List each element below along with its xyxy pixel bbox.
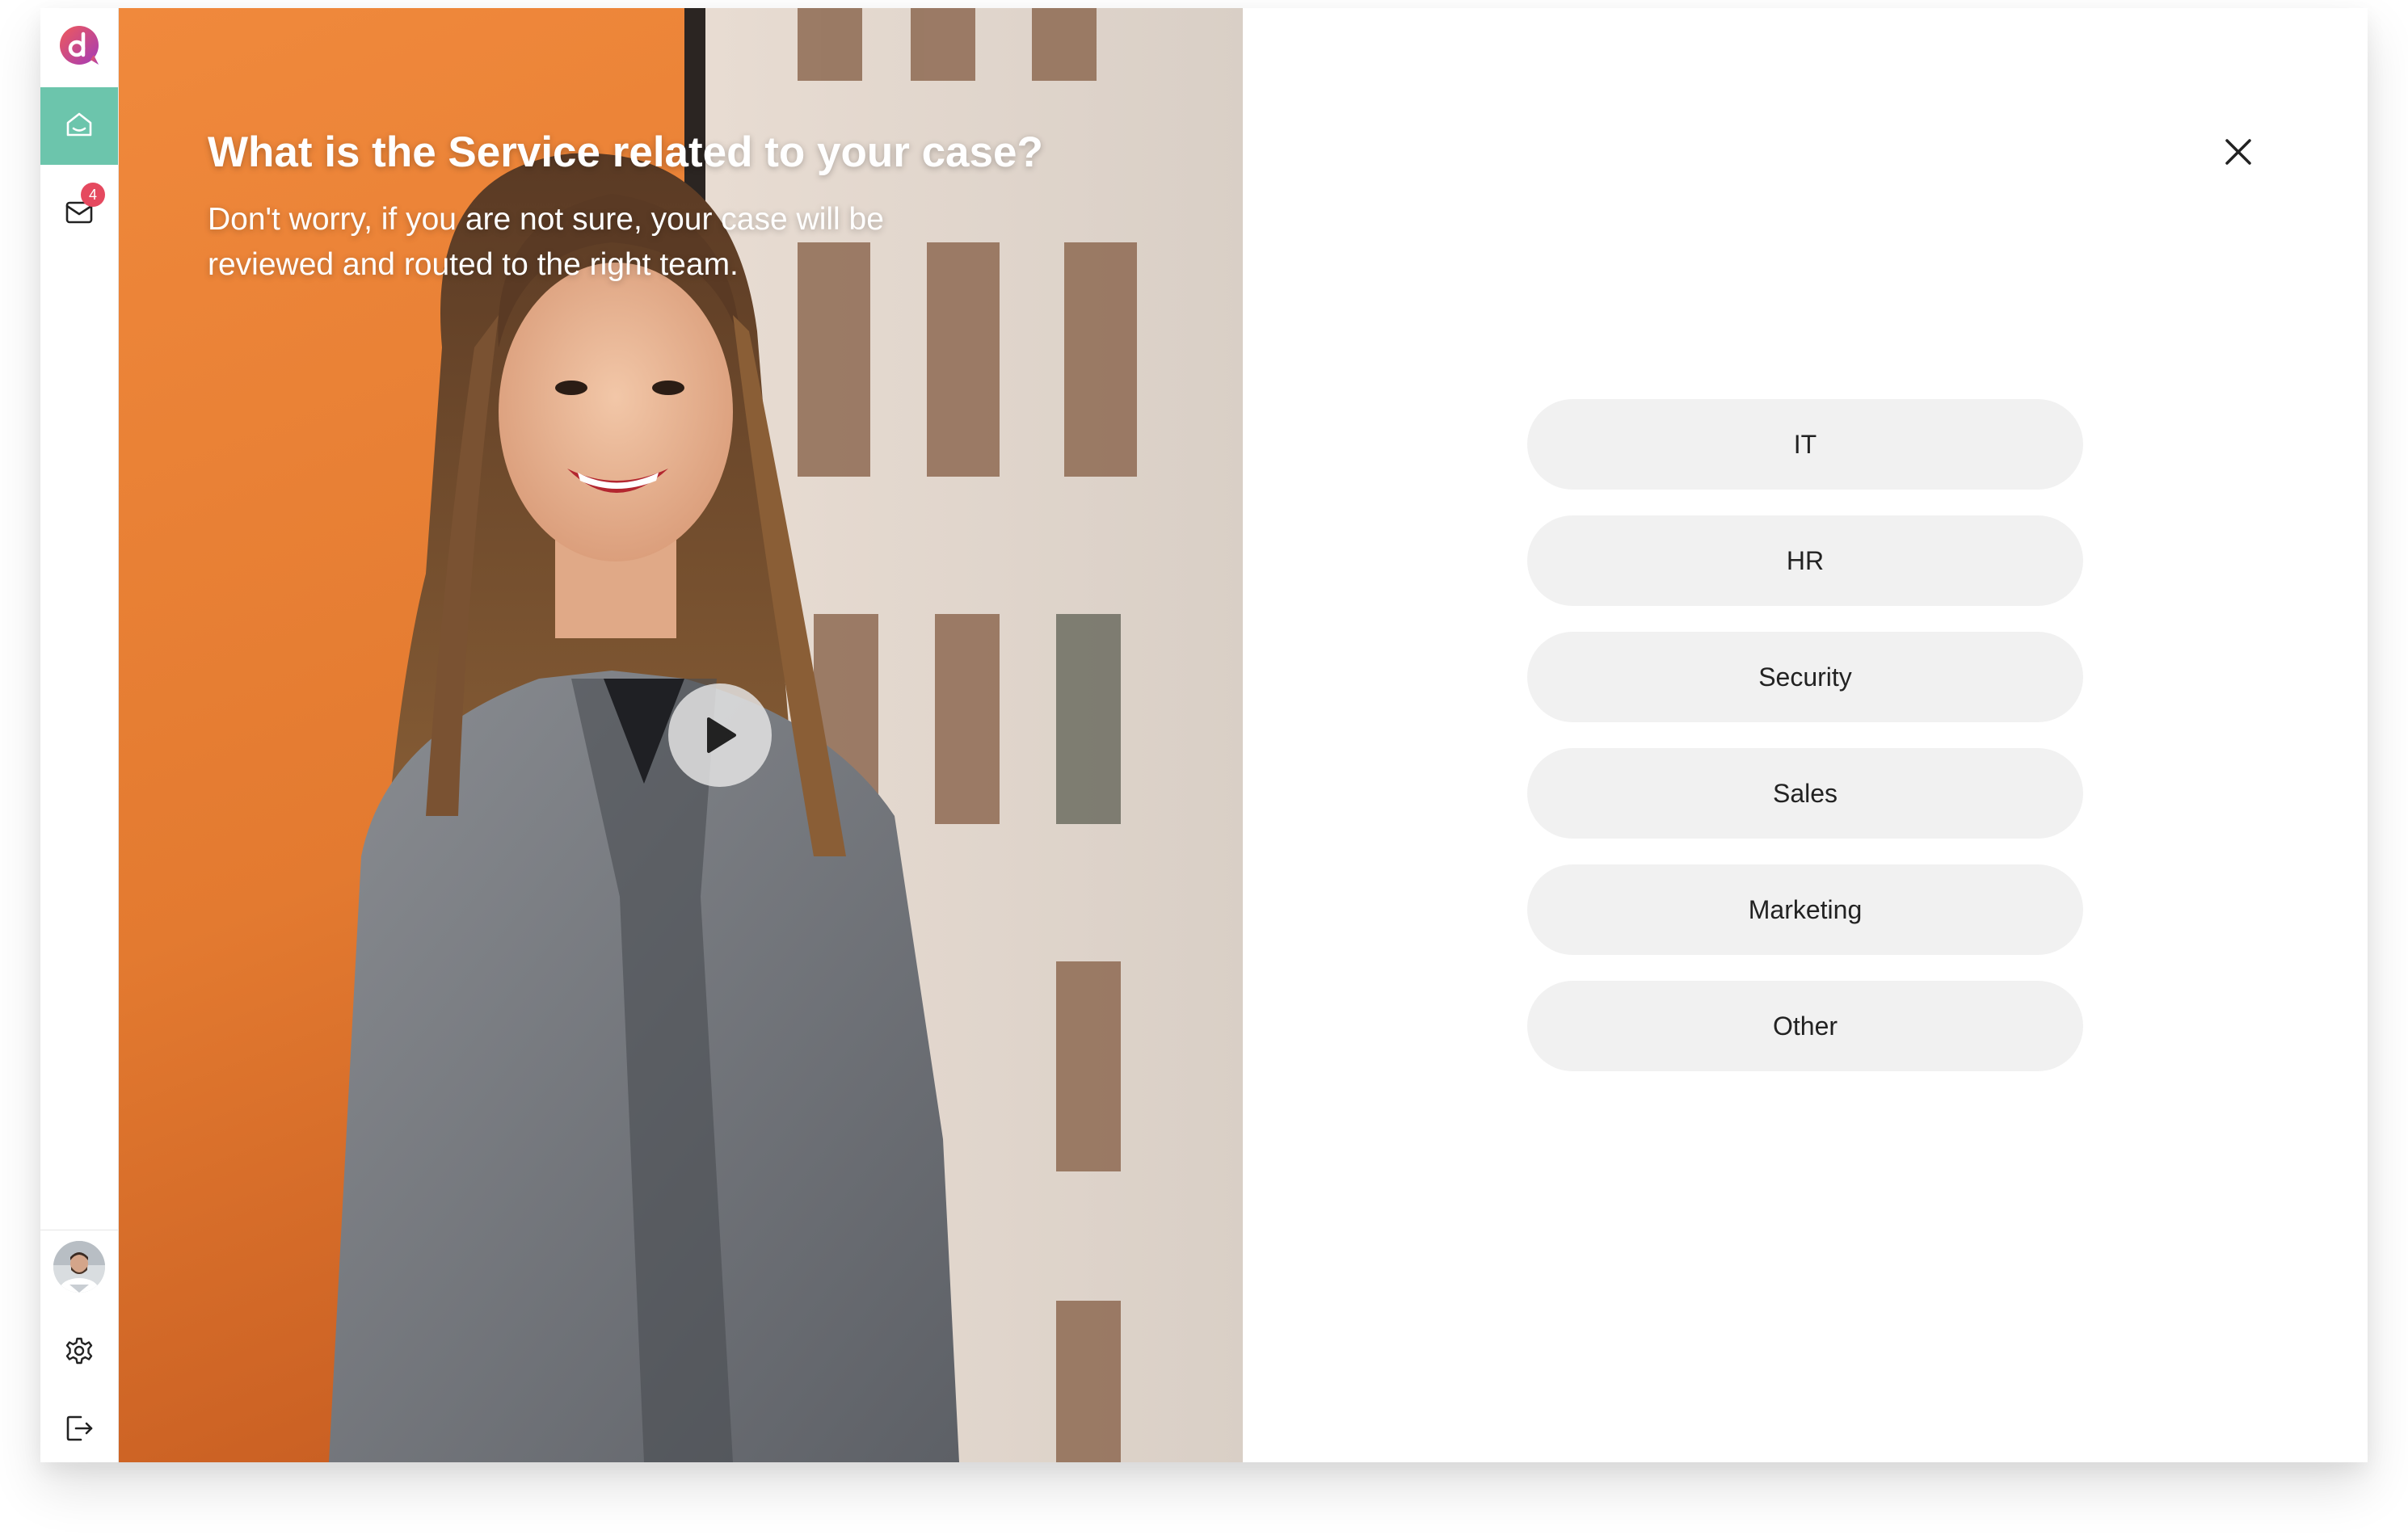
app-logo-icon[interactable] [58, 24, 100, 66]
sidebar-item-inbox[interactable]: 4 [40, 175, 118, 252]
close-icon [2224, 137, 2253, 170]
option-other-button[interactable]: Other [1527, 981, 2083, 1071]
sidebar-item-home[interactable] [40, 87, 118, 165]
play-video-button[interactable] [668, 683, 772, 787]
service-options: IT HR Security Sales Marketing Other [1527, 399, 2083, 1097]
option-it-button[interactable]: IT [1527, 399, 2083, 490]
avatar[interactable] [53, 1241, 105, 1293]
app-window: 4 What is the Service related to your ca… [40, 8, 2368, 1462]
close-button[interactable] [2214, 129, 2263, 178]
inbox-count-badge: 4 [81, 183, 105, 207]
page-subtitle: Don't worry, if you are not sure, your c… [208, 202, 884, 282]
home-icon [63, 108, 95, 145]
sidebar-item-logout[interactable] [40, 1391, 118, 1462]
sidebar: 4 [40, 8, 119, 1462]
gear-icon [63, 1335, 95, 1371]
sidebar-item-settings[interactable] [40, 1314, 118, 1391]
hero-photo-panel: What is the Service related to your case… [119, 8, 1243, 1462]
option-marketing-button[interactable]: Marketing [1527, 864, 2083, 955]
option-security-button[interactable]: Security [1527, 632, 2083, 722]
option-hr-button[interactable]: HR [1527, 515, 2083, 606]
play-icon [702, 716, 738, 755]
page-title: What is the Service related to your case… [208, 128, 1043, 176]
option-sales-button[interactable]: Sales [1527, 748, 2083, 839]
logout-icon [63, 1412, 95, 1449]
